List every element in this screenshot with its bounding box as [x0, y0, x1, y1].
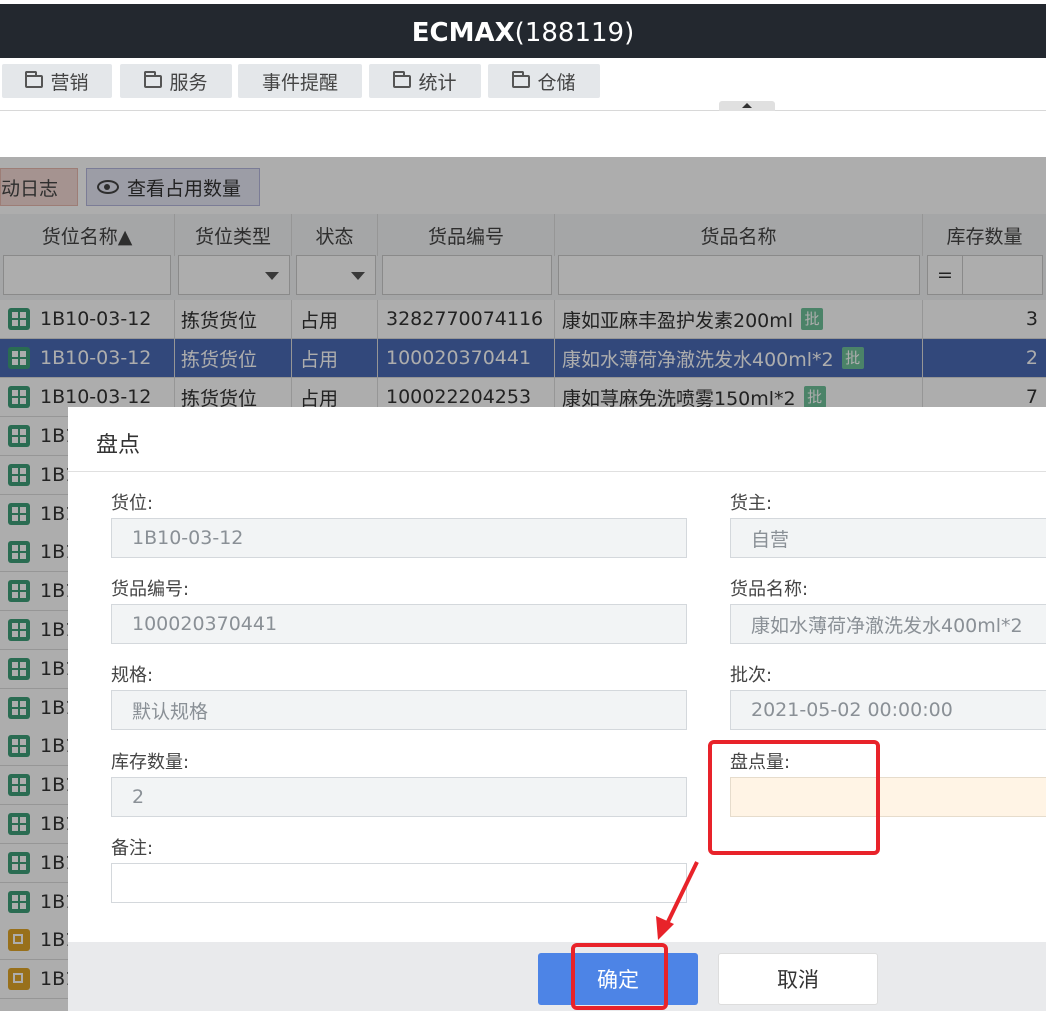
batch-label: 批次: — [730, 665, 773, 686]
main-menu-bar: 营销 服务 事件提醒 统计 仓储 — [0, 58, 1046, 111]
item-code-value: 100020370441 — [132, 613, 278, 635]
annotation-arrow-icon — [656, 861, 699, 940]
stock-qty-label: 库存数量: — [111, 752, 190, 773]
item-name-field[interactable]: 康如水薄荷净澈洗发水400ml*2 — [730, 604, 1046, 644]
menu-marketing[interactable]: 营销 — [2, 64, 112, 98]
menu-label: 营销 — [50, 71, 89, 94]
app-title: ECMAX(188119) — [411, 18, 635, 48]
cancel-button[interactable]: 取消 — [718, 953, 878, 1005]
batch-field[interactable]: 2021-05-02 00:00:00 — [730, 690, 1046, 730]
owner-field[interactable]: 自营 — [730, 518, 1046, 558]
spec-label: 规格: — [111, 665, 154, 686]
spec-field[interactable]: 默认规格 — [111, 690, 687, 730]
menu-label: 服务 — [169, 71, 208, 94]
highlight-box-confirm — [571, 943, 668, 1010]
item-code-field[interactable]: 100020370441 — [111, 604, 687, 644]
folder-icon — [512, 70, 531, 88]
batch-value: 2021-05-02 00:00:00 — [751, 699, 953, 721]
item-code-label: 货品编号: — [111, 579, 190, 600]
dialog-title: 盘点 — [96, 433, 141, 458]
menu-label: 统计 — [418, 71, 457, 94]
menu-event-reminder[interactable]: 事件提醒 — [238, 64, 362, 98]
stock-qty-value: 2 — [132, 786, 145, 808]
app-header: ECMAX(188119) — [0, 4, 1046, 58]
menu-label: 仓储 — [537, 71, 576, 94]
dialog-footer: 确定 取消 — [68, 942, 1046, 1011]
stock-count-dialog: 盘点 货位: 1B10-03-12 货主: 自营 货品编号: 100020370… — [68, 407, 1046, 1011]
item-name-value: 康如水薄荷净澈洗发水400ml*2 — [751, 614, 1023, 637]
stock-qty-field[interactable]: 2 — [111, 777, 687, 817]
folder-icon — [25, 70, 44, 88]
menu-statistics[interactable]: 统计 — [369, 64, 481, 98]
folder-icon — [144, 70, 163, 88]
owner-label: 货主: — [730, 493, 773, 514]
owner-value: 自营 — [751, 528, 790, 551]
dialog-divider — [68, 471, 1046, 472]
menu-label: 事件提醒 — [261, 71, 338, 94]
location-label: 货位: — [111, 493, 154, 514]
location-field[interactable]: 1B10-03-12 — [111, 518, 687, 558]
collapse-menu-toggle[interactable] — [719, 101, 775, 111]
menu-service[interactable]: 服务 — [120, 64, 232, 98]
folder-icon — [393, 70, 412, 88]
spec-value: 默认规格 — [132, 700, 209, 723]
menu-warehouse[interactable]: 仓储 — [488, 64, 600, 98]
item-name-label: 货品名称: — [730, 579, 809, 600]
remark-input[interactable] — [111, 863, 687, 903]
location-value: 1B10-03-12 — [132, 527, 244, 549]
highlight-box-count-qty — [708, 740, 880, 855]
remark-label: 备注: — [111, 838, 154, 859]
